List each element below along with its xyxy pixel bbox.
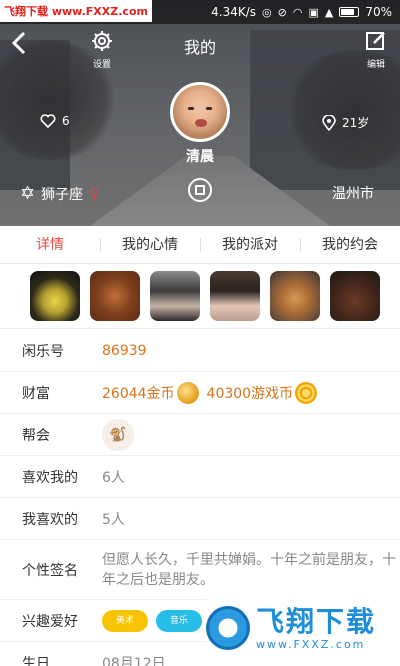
tab-details[interactable]: 详情 — [0, 226, 100, 263]
liked-me-row[interactable]: 喜欢我的 6人 — [0, 456, 400, 498]
id-row: 闲乐号 86939 — [0, 330, 400, 372]
likes-counter[interactable]: 6 — [40, 114, 70, 128]
photo-thumbnail[interactable] — [270, 271, 320, 321]
watermark-logo: 飞翔下载 www.FXXZ.com — [206, 590, 400, 666]
wealth-row: 财富 26044金币 40300游戏币 — [0, 372, 400, 414]
tab-dates[interactable]: 我的约会 — [300, 226, 400, 263]
game-coin-icon — [295, 381, 318, 404]
avatar-eye — [206, 107, 212, 110]
tab-bar: 详情 我的心情 我的派对 我的约会 — [0, 226, 400, 264]
i-like-row[interactable]: 我喜欢的 5人 — [0, 498, 400, 540]
gang-row[interactable]: 帮会 🐒 — [0, 414, 400, 456]
tab-parties[interactable]: 我的派对 — [200, 226, 300, 263]
photo-thumbnail[interactable] — [210, 271, 260, 321]
watermark-brand: 飞翔下载 — [256, 604, 377, 638]
edit-button[interactable]: 编辑 — [356, 30, 396, 70]
likes-count: 6 — [62, 114, 70, 128]
game-coin-value: 40300游戏币 — [206, 385, 294, 402]
location-pin-icon — [322, 114, 336, 131]
photo-thumbnail[interactable] — [90, 271, 140, 321]
liked-me-label: 喜欢我的 — [22, 469, 78, 486]
qr-code-button[interactable] — [188, 178, 212, 202]
age-value: 21岁 — [342, 116, 370, 130]
photo-thumbnail[interactable] — [330, 271, 380, 321]
liked-me-value: 6人 — [102, 469, 125, 486]
signature-value: 但愿人长久，千里共婵娟。十年之前是朋友，十年之后也是朋友。 — [102, 551, 396, 588]
age-info: 21岁 — [322, 114, 369, 131]
qr-code-icon — [195, 185, 205, 195]
mute-icon: ⊘ — [277, 5, 287, 19]
photo-thumbnail[interactable] — [150, 271, 200, 321]
alarm-icon: ◎ — [262, 5, 272, 19]
photo-thumbnail[interactable] — [30, 271, 80, 321]
wifi-icon: ◠ — [292, 5, 303, 19]
photo-strip — [0, 265, 400, 329]
hobby-tag: 音乐 — [156, 609, 203, 632]
gold-coins: 26044金币 — [102, 381, 199, 404]
birthday-label: 生日 — [22, 655, 50, 666]
page-title: 我的 — [183, 38, 216, 57]
wealth-label: 财富 — [22, 385, 50, 402]
game-coins: 40300游戏币 — [206, 381, 318, 404]
hobby-tag: 美术 — [102, 609, 149, 632]
id-value: 86939 — [102, 342, 147, 359]
battery-icon — [339, 7, 360, 17]
gold-value: 26044金币 — [102, 385, 175, 402]
star-of-david-icon: ✡ — [20, 183, 36, 204]
watermark-top: 飞翔下载 www.FXXZ.com — [0, 0, 152, 22]
signal-icon: ▲ — [324, 5, 334, 19]
id-label: 闲乐号 — [22, 343, 64, 360]
i-like-label: 我喜欢的 — [22, 511, 78, 528]
zodiac-value: 狮子座 — [41, 186, 84, 203]
edit-icon — [366, 32, 385, 50]
watermark-url: www.FXXZ.com — [256, 637, 366, 651]
watermark-text: 飞翔下载 www.FXXZ.com — [256, 604, 377, 651]
network-speed: 4.34K/s — [211, 5, 257, 19]
i-like-value: 5人 — [102, 511, 125, 528]
settings-label: 设置 — [92, 60, 111, 70]
avatar[interactable] — [170, 82, 230, 142]
birthday-value: 08月12日 — [102, 655, 166, 666]
gold-coin-icon — [176, 381, 199, 404]
nickname: 清晨 — [186, 149, 214, 165]
zodiac-info: ✡ 狮子座 ♀ — [20, 183, 99, 204]
edit-label: 编辑 — [366, 60, 385, 70]
battery-level — [341, 9, 354, 15]
gang-badge-icon[interactable]: 🐒 — [102, 418, 134, 451]
profile-header: 4.34K/s ◎ ⊘ ◠ ▣ ▲ 70% 飞翔下载 www.FXXZ.com … — [0, 0, 400, 226]
signature-label: 个性签名 — [22, 562, 78, 579]
avatar-mouth — [195, 119, 207, 127]
sim-icon: ▣ — [308, 5, 319, 19]
heart-icon — [40, 114, 56, 128]
gang-label: 帮会 — [22, 427, 50, 444]
hobbies-label: 兴趣爱好 — [22, 613, 78, 630]
battery-percent: 70% — [365, 5, 392, 19]
watermark-logo-icon — [206, 606, 250, 650]
avatar-eye — [188, 107, 194, 110]
tab-moods[interactable]: 我的心情 — [100, 226, 200, 263]
city-value: 温州市 — [332, 186, 374, 202]
gender-icon: ♀ — [89, 185, 100, 202]
